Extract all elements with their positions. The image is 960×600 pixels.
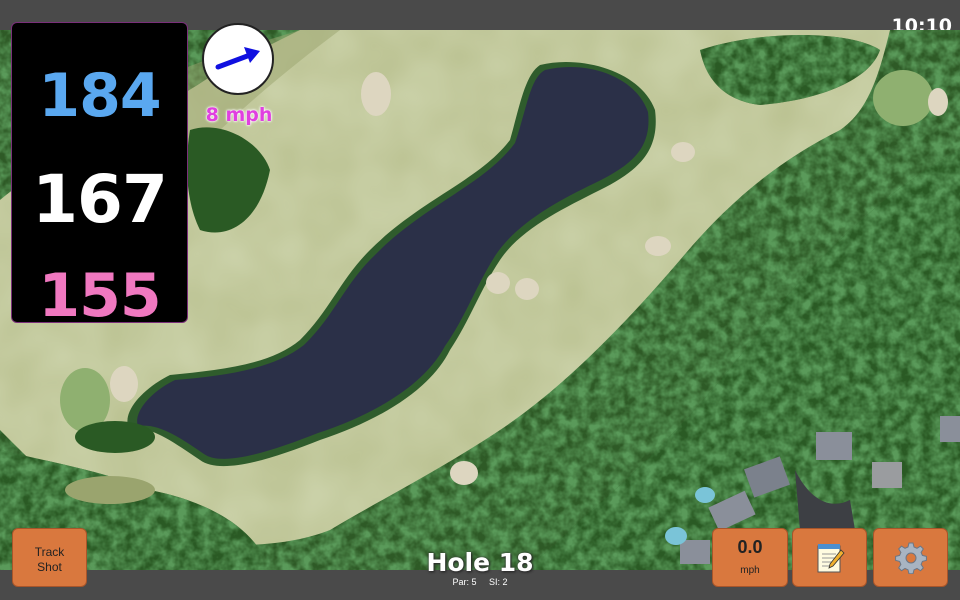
settings-button[interactable] <box>873 528 948 587</box>
track-shot-label-line2: Shot <box>37 560 62 574</box>
wind-direction-dial <box>202 23 274 95</box>
hole-title: Hole 18 <box>426 548 534 577</box>
wind-arrow-icon <box>215 47 260 70</box>
track-shot-button[interactable]: Track Shot <box>12 528 87 587</box>
hole-stroke-index: SI: 2 <box>489 577 508 587</box>
track-shot-label-line1: Track <box>34 545 65 559</box>
gear-icon <box>894 542 927 574</box>
notes-button[interactable] <box>792 528 867 587</box>
hole-info: Par: 5 SI: 2 <box>380 577 580 587</box>
hole-par: Par: 5 <box>452 577 477 587</box>
wind-speed: 8 mph <box>205 104 273 126</box>
middle-distance: 167 <box>32 161 168 238</box>
speed-unit: mph <box>740 565 760 576</box>
speed-value: 0.0 <box>737 537 763 557</box>
front-distance: 155 <box>38 261 161 331</box>
speed-button[interactable]: 0.0 mph <box>712 528 788 587</box>
notepad-icon <box>817 543 845 572</box>
distance-panel: 184 167 155 <box>11 22 188 331</box>
back-distance: 184 <box>38 61 161 131</box>
